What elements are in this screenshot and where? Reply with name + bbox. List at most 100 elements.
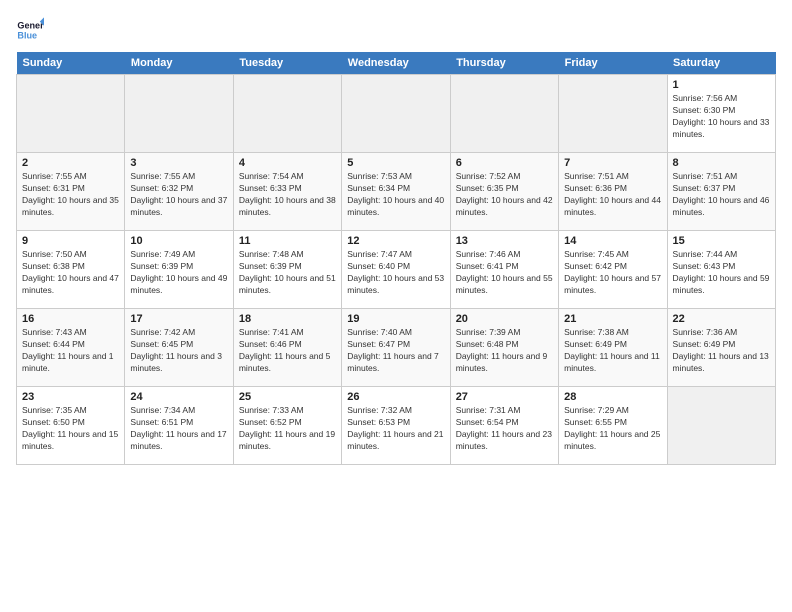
calendar-week-3: 9 Sunrise: 7:50 AM Sunset: 6:38 PM Daylig… [17,231,776,309]
day-number: 1 [673,79,770,91]
calendar-cell: 7 Sunrise: 7:51 AM Sunset: 6:36 PM Daylig… [559,153,667,231]
day-number: 2 [22,157,119,169]
day-info: Sunrise: 7:53 AM Sunset: 6:34 PM Dayligh… [347,171,444,219]
day-info: Sunrise: 7:38 AM Sunset: 6:49 PM Dayligh… [564,327,661,375]
day-number: 10 [130,235,227,247]
calendar-cell: 4Sunrise: 7:54 AM Sunset: 6:33 PM Daylig… [233,153,341,231]
calendar-table: SundayMondayTuesdayWednesdayThursdayFrid… [16,52,776,465]
day-number: 7 [564,157,661,169]
day-number: 12 [347,235,444,247]
day-number: 27 [456,391,553,403]
calendar-cell [667,387,775,465]
day-info: Sunrise: 7:41 AM Sunset: 6:46 PM Dayligh… [239,327,336,375]
calendar-cell: 1 Sunrise: 7:56 AM Sunset: 6:30 PM Daylig… [667,75,775,153]
page-header: General Blue [16,16,776,44]
day-info: Sunrise: 7:35 AM Sunset: 6:50 PM Dayligh… [22,405,119,453]
day-number: 8 [673,157,770,169]
day-info: Sunrise: 7:55 AM Sunset: 6:32 PM Dayligh… [130,171,227,219]
day-info: Sunrise: 7:43 AM Sunset: 6:44 PM Dayligh… [22,327,119,375]
day-info: Sunrise: 7:54 AM Sunset: 6:33 PM Dayligh… [239,171,336,219]
calendar-cell: 2Sunrise: 7:55 AM Sunset: 6:31 PM Daylig… [17,153,125,231]
day-info: Sunrise: 7:36 AM Sunset: 6:49 PM Dayligh… [673,327,770,375]
day-number: 13 [456,235,553,247]
day-number: 14 [564,235,661,247]
calendar-cell [342,75,450,153]
calendar-cell [450,75,558,153]
calendar-cell: 10Sunrise: 7:49 AM Sunset: 6:39 PM Dayli… [125,231,233,309]
weekday-header-friday: Friday [559,52,667,75]
calendar-cell: 6 Sunrise: 7:52 AM Sunset: 6:35 PM Daylig… [450,153,558,231]
day-number: 26 [347,391,444,403]
calendar-cell: 13 Sunrise: 7:46 AM Sunset: 6:41 PM Dayli… [450,231,558,309]
day-number: 16 [22,313,119,325]
calendar-cell: 23 Sunrise: 7:35 AM Sunset: 6:50 PM Dayli… [17,387,125,465]
day-info: Sunrise: 7:56 AM Sunset: 6:30 PM Dayligh… [673,93,770,141]
weekday-header-wednesday: Wednesday [342,52,450,75]
day-number: 22 [673,313,770,325]
day-info: Sunrise: 7:52 AM Sunset: 6:35 PM Dayligh… [456,171,553,219]
calendar-cell: 8 Sunrise: 7:51 AM Sunset: 6:37 PM Daylig… [667,153,775,231]
weekday-header-tuesday: Tuesday [233,52,341,75]
calendar-week-4: 16 Sunrise: 7:43 AM Sunset: 6:44 PM Dayli… [17,309,776,387]
calendar-cell [125,75,233,153]
calendar-cell: 5 Sunrise: 7:53 AM Sunset: 6:34 PM Daylig… [342,153,450,231]
calendar-cell: 12 Sunrise: 7:47 AM Sunset: 6:40 PM Dayli… [342,231,450,309]
day-number: 24 [130,391,227,403]
calendar-cell: 19 Sunrise: 7:40 AM Sunset: 6:47 PM Dayli… [342,309,450,387]
calendar-week-5: 23 Sunrise: 7:35 AM Sunset: 6:50 PM Dayli… [17,387,776,465]
weekday-header-row: SundayMondayTuesdayWednesdayThursdayFrid… [17,52,776,75]
day-info: Sunrise: 7:33 AM Sunset: 6:52 PM Dayligh… [239,405,336,453]
day-number: 20 [456,313,553,325]
calendar-cell: 26 Sunrise: 7:32 AM Sunset: 6:53 PM Dayli… [342,387,450,465]
calendar-cell: 20 Sunrise: 7:39 AM Sunset: 6:48 PM Dayli… [450,309,558,387]
calendar-cell: 11Sunrise: 7:48 AM Sunset: 6:39 PM Dayli… [233,231,341,309]
calendar-cell [559,75,667,153]
calendar-cell: 28 Sunrise: 7:29 AM Sunset: 6:55 PM Dayli… [559,387,667,465]
day-number: 6 [456,157,553,169]
calendar-cell [17,75,125,153]
weekday-header-thursday: Thursday [450,52,558,75]
calendar-cell: 15Sunrise: 7:44 AM Sunset: 6:43 PM Dayli… [667,231,775,309]
day-info: Sunrise: 7:47 AM Sunset: 6:40 PM Dayligh… [347,249,444,297]
day-info: Sunrise: 7:51 AM Sunset: 6:36 PM Dayligh… [564,171,661,219]
calendar-cell: 9 Sunrise: 7:50 AM Sunset: 6:38 PM Daylig… [17,231,125,309]
calendar-cell: 24 Sunrise: 7:34 AM Sunset: 6:51 PM Dayli… [125,387,233,465]
calendar-cell: 25Sunrise: 7:33 AM Sunset: 6:52 PM Dayli… [233,387,341,465]
day-info: Sunrise: 7:40 AM Sunset: 6:47 PM Dayligh… [347,327,444,375]
calendar-cell: 21 Sunrise: 7:38 AM Sunset: 6:49 PM Dayli… [559,309,667,387]
calendar-cell: 18 Sunrise: 7:41 AM Sunset: 6:46 PM Dayli… [233,309,341,387]
day-number: 17 [130,313,227,325]
day-info: Sunrise: 7:50 AM Sunset: 6:38 PM Dayligh… [22,249,119,297]
day-number: 18 [239,313,336,325]
logo: General Blue [16,16,46,44]
day-info: Sunrise: 7:29 AM Sunset: 6:55 PM Dayligh… [564,405,661,453]
day-number: 15 [673,235,770,247]
calendar-week-1: 1 Sunrise: 7:56 AM Sunset: 6:30 PM Daylig… [17,75,776,153]
day-info: Sunrise: 7:32 AM Sunset: 6:53 PM Dayligh… [347,405,444,453]
svg-text:General: General [17,21,44,31]
calendar-cell: 16 Sunrise: 7:43 AM Sunset: 6:44 PM Dayli… [17,309,125,387]
day-number: 19 [347,313,444,325]
weekday-header-monday: Monday [125,52,233,75]
calendar-cell [233,75,341,153]
weekday-header-sunday: Sunday [17,52,125,75]
day-number: 5 [347,157,444,169]
logo-icon: General Blue [16,16,44,44]
day-info: Sunrise: 7:51 AM Sunset: 6:37 PM Dayligh… [673,171,770,219]
calendar-cell: 27Sunrise: 7:31 AM Sunset: 6:54 PM Dayli… [450,387,558,465]
day-info: Sunrise: 7:45 AM Sunset: 6:42 PM Dayligh… [564,249,661,297]
day-number: 9 [22,235,119,247]
day-info: Sunrise: 7:42 AM Sunset: 6:45 PM Dayligh… [130,327,227,375]
page-container: General Blue SundayMondayTuesdayWednesda… [0,0,792,612]
day-info: Sunrise: 7:39 AM Sunset: 6:48 PM Dayligh… [456,327,553,375]
day-info: Sunrise: 7:34 AM Sunset: 6:51 PM Dayligh… [130,405,227,453]
calendar-cell: 22 Sunrise: 7:36 AM Sunset: 6:49 PM Dayli… [667,309,775,387]
calendar-cell: 17 Sunrise: 7:42 AM Sunset: 6:45 PM Dayli… [125,309,233,387]
day-number: 28 [564,391,661,403]
calendar-week-2: 2Sunrise: 7:55 AM Sunset: 6:31 PM Daylig… [17,153,776,231]
day-info: Sunrise: 7:48 AM Sunset: 6:39 PM Dayligh… [239,249,336,297]
day-number: 23 [22,391,119,403]
day-info: Sunrise: 7:46 AM Sunset: 6:41 PM Dayligh… [456,249,553,297]
svg-text:Blue: Blue [17,30,37,40]
day-number: 21 [564,313,661,325]
